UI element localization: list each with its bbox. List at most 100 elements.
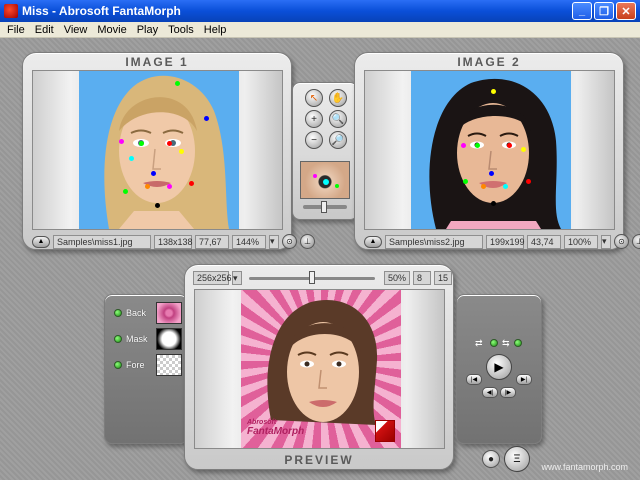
control-point[interactable] <box>461 143 466 148</box>
window-title: Miss - Abrosoft FantaMorph <box>22 4 181 18</box>
image1-panel: IMAGE 1 ▲ Samples\miss1.jpg 138x138 77,6… <box>22 52 315 250</box>
image1-zoom-dropdown[interactable]: ▾ <box>269 234 279 249</box>
control-point[interactable] <box>507 143 512 148</box>
layer-mask-led[interactable] <box>114 335 122 343</box>
image1-settings-icon[interactable]: ⊙ <box>282 234 297 249</box>
control-point[interactable] <box>175 81 180 86</box>
playback-led-1[interactable] <box>490 339 498 347</box>
control-point[interactable] <box>139 141 144 146</box>
control-point[interactable] <box>521 147 526 152</box>
control-point[interactable] <box>491 201 496 206</box>
image2-settings-icon[interactable]: ⊙ <box>614 234 629 249</box>
menu-edit[interactable]: Edit <box>30 24 59 36</box>
image2-size: 199x199 <box>486 234 525 249</box>
menu-movie[interactable]: Movie <box>92 24 131 36</box>
layer-back-thumb[interactable] <box>156 302 182 324</box>
last-frame-button[interactable]: ▶| <box>516 374 532 385</box>
layer-back[interactable]: Back <box>114 302 182 324</box>
control-point[interactable] <box>179 149 184 154</box>
loop-icon[interactable]: ⇄ <box>475 338 483 349</box>
magnifier-slider[interactable] <box>303 201 347 213</box>
image2-open-button[interactable]: ▲ <box>364 235 382 248</box>
layer-mask-label: Mask <box>126 334 148 344</box>
add-point-icon[interactable]: + <box>305 110 323 128</box>
layer-back-led[interactable] <box>114 309 122 317</box>
playback-led-2[interactable] <box>514 339 522 347</box>
image1-statusbar: ▲ Samples\miss1.jpg 138x138 77,67 144% ▾… <box>32 234 315 249</box>
magnifier-slider-thumb[interactable] <box>321 201 327 213</box>
zoom-in-icon[interactable]: 🔍 <box>329 110 347 128</box>
layer-fore[interactable]: Fore <box>114 354 182 376</box>
image1-photo[interactable] <box>79 71 239 229</box>
preview-title: PREVIEW <box>284 453 354 467</box>
image2-tools-icon[interactable]: ⊥ <box>632 234 640 249</box>
hand-tool-icon[interactable]: ✋ <box>329 89 347 107</box>
magnifier-crosshair-icon <box>313 174 339 188</box>
preview-resolution[interactable]: 256x256 <box>193 271 232 285</box>
control-point[interactable] <box>475 143 480 148</box>
control-point[interactable] <box>123 189 128 194</box>
control-point[interactable] <box>204 116 209 121</box>
image2-coords: 43,74 <box>527 234 561 249</box>
menu-tools[interactable]: Tools <box>163 24 199 36</box>
repeat-icon[interactable]: ⇆ <box>502 338 510 349</box>
menu-file[interactable]: File <box>2 24 30 36</box>
first-frame-button[interactable]: |◀ <box>466 374 482 385</box>
tools-panel: ↖ ✋ + 🔍 − 🔎 <box>292 82 358 220</box>
play-button[interactable]: ▶ <box>486 354 512 380</box>
preview-frame: 8 <box>413 271 431 285</box>
app-icon <box>4 4 18 18</box>
image2-zoom[interactable]: 100% <box>564 234 598 249</box>
control-point[interactable] <box>155 203 160 208</box>
layer-mask[interactable]: Mask <box>114 328 182 350</box>
export-icon[interactable]: ● <box>482 450 500 468</box>
control-point[interactable] <box>489 171 494 176</box>
control-point[interactable] <box>119 139 124 144</box>
image2-zoom-dropdown[interactable]: ▾ <box>601 234 611 249</box>
menu-view[interactable]: View <box>59 24 93 36</box>
control-point[interactable] <box>189 181 194 186</box>
frame-slider[interactable] <box>249 271 375 285</box>
preview-panel: 256x256 ▾ 50% 8 15 Abrosoft FantaMorph P… <box>184 264 454 470</box>
preview-total: 15 <box>434 271 452 285</box>
image1-tools-icon[interactable]: ⊥ <box>300 234 315 249</box>
minimize-button[interactable]: _ <box>572 2 592 20</box>
control-point[interactable] <box>481 184 486 189</box>
control-point[interactable] <box>167 184 172 189</box>
image2-title: IMAGE 2 <box>457 55 521 69</box>
image1-open-button[interactable]: ▲ <box>32 235 50 248</box>
fantamorph-logo-icon <box>375 420 395 442</box>
layer-fore-led[interactable] <box>114 361 122 369</box>
control-point[interactable] <box>526 179 531 184</box>
frame-slider-thumb[interactable] <box>309 271 315 284</box>
image1-viewport[interactable] <box>32 70 283 230</box>
control-point[interactable] <box>167 141 172 146</box>
control-point[interactable] <box>151 171 156 176</box>
preview-percent: 50% <box>384 271 410 285</box>
control-point[interactable] <box>491 89 496 94</box>
control-point[interactable] <box>463 179 468 184</box>
image2-viewport[interactable] <box>364 70 615 230</box>
maximize-button[interactable]: ❐ <box>594 2 614 20</box>
pointer-tool-icon[interactable]: ↖ <box>305 89 323 107</box>
zoom-out-icon[interactable]: 🔎 <box>329 131 347 149</box>
layer-fore-thumb[interactable] <box>156 354 182 376</box>
remove-point-icon[interactable]: − <box>305 131 323 149</box>
image1-title: IMAGE 1 <box>125 55 189 69</box>
menu-play[interactable]: Play <box>132 24 163 36</box>
menu-bar: File Edit View Movie Play Tools Help <box>0 22 640 38</box>
menu-help[interactable]: Help <box>199 24 232 36</box>
control-point[interactable] <box>503 184 508 189</box>
layer-mask-thumb[interactable] <box>156 328 182 350</box>
preview-resolution-dropdown[interactable]: ▾ <box>232 271 242 285</box>
prev-frame-button[interactable]: ◀| <box>482 387 498 398</box>
preview-viewport: Abrosoft FantaMorph <box>194 289 445 449</box>
control-point[interactable] <box>145 184 150 189</box>
image1-zoom[interactable]: 144% <box>232 234 266 249</box>
control-point[interactable] <box>129 156 134 161</box>
movie-export-button[interactable]: Ξ <box>504 446 530 472</box>
image2-photo[interactable] <box>411 71 571 229</box>
layer-back-label: Back <box>126 308 147 318</box>
next-frame-button[interactable]: |▶ <box>500 387 516 398</box>
close-button[interactable]: ✕ <box>616 2 636 20</box>
